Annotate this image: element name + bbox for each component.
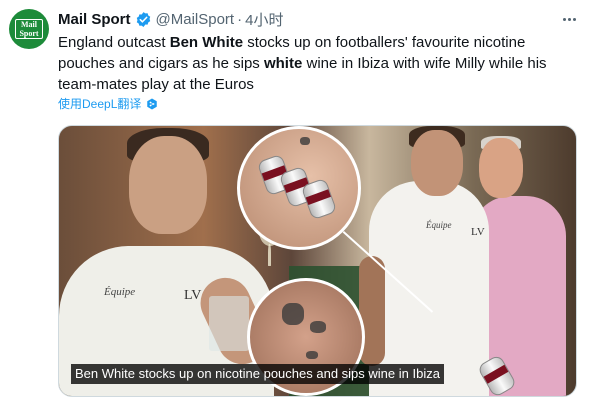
tweet-text-segment: England outcast xyxy=(58,34,170,51)
hand-tattoo xyxy=(306,351,318,359)
more-options-icon[interactable] xyxy=(559,9,579,29)
shirt-logo-left: LV xyxy=(184,288,202,303)
logo-text-top: Mail xyxy=(21,20,37,29)
water-glass xyxy=(209,296,249,351)
tweet-text-bold: white xyxy=(263,55,303,72)
older-man-head xyxy=(479,138,523,198)
shirt-logo-right: LV xyxy=(471,226,485,238)
hand-tattoo xyxy=(310,321,326,333)
avatar[interactable]: Mail Sport xyxy=(9,9,49,49)
tweet-text-bold: Ben White xyxy=(169,34,244,51)
shirt-brand-right: Équipe xyxy=(426,220,452,230)
media-caption: Ben White stocks up on nicotine pouches … xyxy=(71,364,444,384)
tweet-media-image[interactable]: Équipe LV Équipe LV Ben White stocks up … xyxy=(58,125,577,397)
right-man-head xyxy=(411,130,463,196)
wine-glass-stem xyxy=(268,244,271,266)
mail-sport-logo: Mail Sport xyxy=(15,19,43,39)
verified-badge-icon xyxy=(136,11,150,27)
deepl-icon xyxy=(147,98,158,109)
translate-link[interactable]: 使用DeepL翻译 xyxy=(58,95,158,112)
tweet-text: England outcast Ben White stocks up on f… xyxy=(58,32,578,95)
hand-tattoo xyxy=(282,303,304,325)
hand-tattoo xyxy=(300,137,310,145)
logo-text-bottom: Sport xyxy=(19,29,39,38)
author-handle[interactable]: @MailSport xyxy=(156,11,235,28)
left-man-head xyxy=(129,136,207,234)
author-name[interactable]: Mail Sport xyxy=(58,11,131,28)
shirt-brand-left: Équipe xyxy=(104,286,136,298)
nicotine-can xyxy=(300,177,338,221)
tweet-time[interactable]: 4小时 xyxy=(245,9,283,30)
inset-cans-closeup xyxy=(237,126,361,250)
translate-label[interactable]: 使用DeepL翻译 xyxy=(58,95,141,112)
separator-dot: · xyxy=(237,10,243,28)
tweet-header: Mail Sport @MailSport · 4小时 xyxy=(58,9,283,29)
